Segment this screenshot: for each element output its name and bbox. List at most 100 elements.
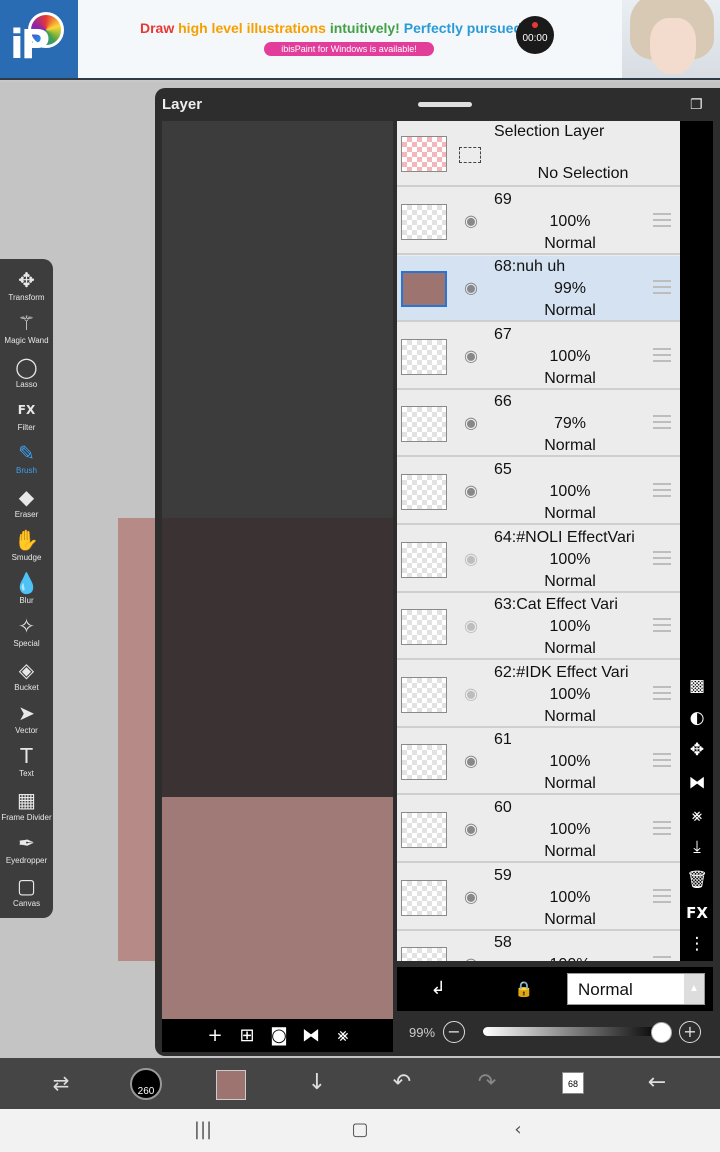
layer-thumbnail (401, 406, 447, 443)
tool-vector[interactable]: ➤ Vector (0, 700, 53, 743)
color-swatch[interactable] (216, 1070, 246, 1100)
visibility-eye-icon[interactable]: ◉ (459, 212, 483, 229)
opacity-slider-knob[interactable] (651, 1022, 673, 1043)
tool-canvas[interactable]: ▢ Canvas (0, 873, 53, 916)
tool-transform[interactable]: ✥ Transform (0, 267, 53, 310)
bottom-toolbar: ⇄ 260 ↓ ↶ ↷ 68 ← (0, 1058, 720, 1109)
visibility-eye-icon[interactable]: ◉ (459, 753, 483, 769)
layer-row[interactable]: ◉ 68:nuh uh 99% Normal (397, 256, 680, 323)
layer-thumbnail (401, 812, 447, 848)
ad-headline: Draw high level illustrations intuitivel… (140, 20, 543, 36)
visibility-eye-icon[interactable]: ◉ (459, 618, 483, 634)
layer-row[interactable]: ◉ 59 100% Normal (397, 864, 680, 931)
tool-blur[interactable]: 💧 Blur (0, 570, 53, 613)
visibility-eye-icon[interactable]: ◉ (459, 347, 483, 364)
drag-handle-icon[interactable] (653, 280, 671, 295)
drag-handle-icon[interactable] (653, 347, 671, 362)
layer-row[interactable]: ◉ 62:#IDK Effect Vari 100% Normal (397, 661, 680, 728)
panel-drag-handle[interactable] (418, 102, 472, 107)
layer-list[interactable]: Selection Layer No Selection ◉ 69 100% Norm… (397, 121, 680, 961)
tool-label: Eyedropper (5, 855, 48, 865)
brush-size-button[interactable]: 260 (130, 1068, 162, 1100)
tool-text[interactable]: T Text (0, 743, 53, 786)
layer-row[interactable]: ◉ 64:#NOLI EffectVari 100% Normal (397, 526, 680, 593)
tool-brush[interactable]: ✎ Brush (0, 440, 53, 483)
camera-import-icon[interactable]: ◙ (266, 1023, 292, 1049)
visibility-eye-icon[interactable]: ◉ (459, 956, 483, 961)
layers-button[interactable]: 68 (562, 1072, 584, 1094)
layer-thumbnail (401, 541, 447, 578)
layer-row[interactable]: ◉ 67 100% Normal (397, 323, 680, 390)
tool-frame-divider[interactable]: ▦ Frame Divider (0, 787, 53, 830)
more-options-icon[interactable]: ⋮ (684, 931, 710, 957)
brush-eraser-switch-icon[interactable]: ⇄ (44, 1066, 78, 1100)
visibility-eye-icon[interactable]: ◉ (459, 685, 483, 702)
merge-layer-icon[interactable]: ⨳ (684, 803, 710, 829)
flip-layer-icon[interactable]: ⧓ (684, 770, 710, 796)
tool-eyedropper[interactable]: ✒ Eyedropper (0, 830, 53, 873)
layer-row[interactable]: ◉ 63:Cat Effect Vari 100% Normal (397, 594, 680, 661)
alpha-lock-icon[interactable]: 🔒 (509, 975, 539, 1003)
flip-horizontal-icon[interactable]: ⧓ (298, 1023, 324, 1049)
opacity-increase-button[interactable]: + (679, 1021, 701, 1043)
fx-icon: FX (17, 402, 36, 417)
layer-row[interactable]: ◉58100%Normal (397, 932, 680, 961)
drag-handle-icon[interactable] (653, 415, 671, 430)
tool-lasso[interactable]: ◯ Lasso (0, 354, 53, 397)
move-layer-icon[interactable]: ✥ (684, 737, 710, 763)
screen-recorder-button[interactable]: 00:00 (516, 16, 554, 54)
ad-banner[interactable]: iP Draw high level illustrations intuiti… (0, 0, 720, 80)
fx-icon[interactable]: FX (684, 900, 710, 926)
drag-handle-icon[interactable] (653, 483, 671, 497)
recent-apps-icon[interactable]: ||| (188, 1117, 218, 1143)
visibility-eye-icon[interactable]: ◉ (459, 280, 483, 296)
opacity-slider[interactable] (483, 1027, 663, 1036)
layer-row[interactable]: ◉ 61 100% Normal (397, 729, 680, 796)
clipping-mask-icon[interactable]: ◐ (684, 705, 710, 731)
clip-arrow-icon[interactable]: ↲ (423, 975, 453, 1003)
undo-icon[interactable]: ↶ (385, 1066, 419, 1100)
drag-handle-icon[interactable] (653, 821, 671, 835)
tool-filter[interactable]: FX Filter (0, 397, 53, 440)
drag-handle-icon[interactable] (653, 753, 671, 768)
layer-row[interactable]: ◉ 60 100% Normal (397, 797, 680, 863)
layer-row[interactable]: ◉ 65 100% Normal (397, 459, 680, 525)
drag-handle-icon[interactable] (653, 618, 671, 633)
drag-handle-icon[interactable] (653, 212, 671, 227)
opacity-decrease-button[interactable]: − (443, 1021, 465, 1043)
drag-handle-icon[interactable] (653, 685, 671, 700)
arrow-down-icon[interactable]: ↓ (300, 1066, 334, 1100)
visibility-eye-icon[interactable]: ◉ (459, 888, 483, 905)
tool-eraser[interactable]: ◆ Eraser (0, 484, 53, 527)
redo-icon[interactable]: ↷ (470, 1066, 504, 1100)
layer-name: 62:#IDK Effect Vari (494, 663, 629, 681)
layer-row[interactable]: ◉ 66 79% Normal (397, 391, 680, 458)
visibility-eye-icon[interactable]: ◉ (459, 415, 483, 431)
add-special-layer-icon[interactable]: ⊞ (234, 1023, 260, 1049)
tool-special[interactable]: ✧ Special (0, 613, 53, 656)
visibility-eye-icon[interactable]: ◉ (459, 821, 483, 837)
tool-label: Eraser (14, 509, 39, 519)
layer-opacity: 99% (553, 280, 587, 298)
add-layer-icon[interactable]: + (202, 1023, 228, 1049)
maximize-panel-icon[interactable]: ❐ (690, 97, 708, 113)
back-icon[interactable]: ‹ (503, 1117, 533, 1143)
tool-magic-wand[interactable]: ⚚ Magic Wand (0, 310, 53, 353)
home-icon[interactable]: ▢ (345, 1117, 375, 1143)
drag-handle-icon[interactable] (653, 550, 671, 565)
delete-layer-icon[interactable]: 🗑 (684, 867, 710, 893)
drag-handle-icon[interactable] (653, 956, 671, 961)
selection-layer-row[interactable]: Selection Layer No Selection (397, 121, 680, 187)
tool-label: Blur (19, 596, 34, 606)
visibility-eye-icon[interactable]: ◉ (459, 550, 483, 567)
visibility-eye-icon[interactable]: ◉ (459, 483, 483, 499)
drag-handle-icon[interactable] (653, 888, 671, 903)
tool-smudge[interactable]: ✋ Smudge (0, 527, 53, 570)
blend-mode-select[interactable]: Normal ▲ (567, 973, 705, 1005)
download-layer-icon[interactable]: ⤓ (684, 834, 710, 860)
tool-bucket[interactable]: ◈ Bucket (0, 657, 53, 700)
back-arrow-icon[interactable]: ← (640, 1066, 674, 1100)
layer-row[interactable]: ◉ 69 100% Normal (397, 188, 680, 255)
transparency-checker-icon[interactable]: ▩ (684, 673, 710, 699)
merge-down-icon[interactable]: ⨳ (330, 1023, 356, 1049)
